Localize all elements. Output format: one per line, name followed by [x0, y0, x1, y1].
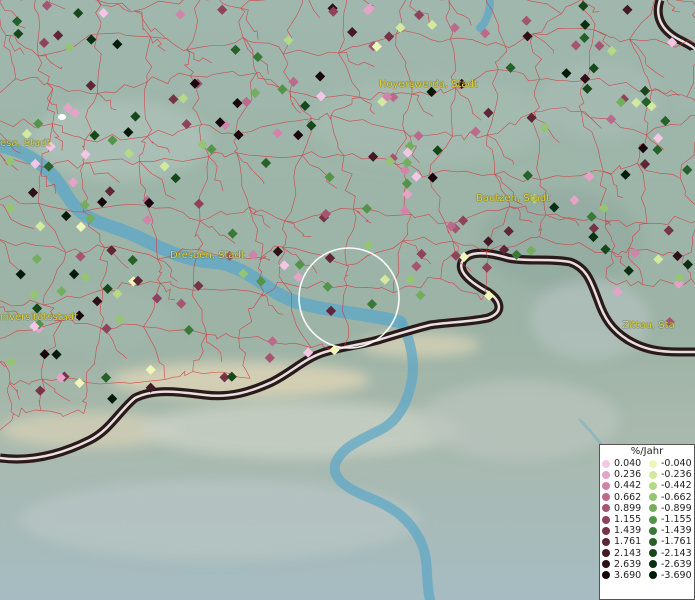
- legend-entry-negative: -0.662: [647, 492, 694, 503]
- legend-entry-negative: -0.442: [647, 480, 694, 491]
- legend-row: 3.690 -3.690: [600, 570, 694, 581]
- legend-swatch: [649, 549, 657, 558]
- legend-value: 1.761: [614, 536, 642, 548]
- legend-value: 0.040: [614, 458, 642, 469]
- legend-value: -0.236: [661, 469, 692, 481]
- legend-entry-negative: -0.236: [647, 469, 694, 480]
- legend-value: -1.761: [661, 536, 692, 548]
- legend-entry-positive: 0.040: [600, 458, 647, 469]
- legend-entry-positive: 1.761: [600, 536, 647, 547]
- map-view[interactable]: Hoyerswerda, Stadt esa, Stadt Bautzen, S…: [0, 0, 695, 600]
- legend-value: 3.690: [614, 569, 642, 581]
- legend-value: 0.236: [614, 469, 642, 481]
- legend-swatch: [649, 537, 657, 546]
- legend-value: 1.439: [614, 525, 642, 537]
- legend-value: -0.899: [661, 502, 692, 514]
- legend-swatch: [602, 526, 610, 535]
- legend-swatch: [649, 571, 657, 580]
- label-bautzen: Bautzen, Stadt: [476, 193, 551, 204]
- legend-swatch: [649, 560, 657, 569]
- legend-value: -0.442: [661, 480, 692, 492]
- legend-value: -1.155: [661, 513, 692, 525]
- legend: %/Jahr 0.040 -0.040 0.236 -0.236 0.442 -0.442…: [599, 444, 695, 600]
- legend-row: 0.899 -0.899: [600, 503, 694, 514]
- legend-entry-negative: -1.155: [647, 514, 694, 525]
- label-riesa: esa, Stadt: [0, 138, 51, 149]
- legend-entry-negative: -0.040: [647, 458, 694, 469]
- legend-swatch: [649, 493, 657, 502]
- legend-row: 0.662 -0.662: [600, 492, 694, 503]
- legend-rows: 0.040 -0.040 0.236 -0.236 0.442 -0.442 0.662 -0…: [600, 458, 694, 581]
- legend-entry-negative: -0.899: [647, 503, 694, 514]
- legend-entry-positive: 0.899: [600, 503, 647, 514]
- legend-entry-negative: -1.439: [647, 525, 694, 536]
- legend-row: 0.040 -0.040: [600, 458, 694, 469]
- legend-row: 1.439 -1.439: [600, 525, 694, 536]
- legend-value: 0.899: [614, 502, 642, 514]
- legend-swatch: [602, 504, 610, 513]
- legend-entry-positive: 1.155: [600, 514, 647, 525]
- legend-swatch: [602, 537, 610, 546]
- legend-entry-negative: -2.143: [647, 548, 694, 559]
- legend-value: -3.690: [661, 569, 692, 581]
- legend-value: -0.662: [661, 491, 692, 503]
- legend-swatch: [649, 504, 657, 513]
- legend-entry-negative: -2.639: [647, 559, 694, 570]
- legend-swatch: [602, 560, 610, 569]
- legend-value: -1.439: [661, 525, 692, 537]
- legend-row: 0.442 -0.442: [600, 480, 694, 491]
- label-zittau: Zittau, Sta: [622, 320, 675, 331]
- legend-row: 1.761 -1.761: [600, 536, 694, 547]
- legend-swatch: [602, 470, 610, 479]
- legend-swatch: [602, 459, 610, 468]
- legend-entry-positive: 0.662: [600, 492, 647, 503]
- legend-value: 2.639: [614, 558, 642, 570]
- legend-entry-positive: 1.439: [600, 525, 647, 536]
- legend-entry-negative: -3.690: [647, 570, 694, 581]
- legend-value: 0.442: [614, 480, 642, 492]
- legend-value: 0.662: [614, 491, 642, 503]
- legend-swatch: [602, 515, 610, 524]
- legend-entry-negative: -1.761: [647, 536, 694, 547]
- map-canvas[interactable]: [0, 0, 695, 600]
- legend-swatch: [649, 470, 657, 479]
- legend-row: 1.155 -1.155: [600, 514, 694, 525]
- legend-swatch: [649, 515, 657, 524]
- legend-value: 1.155: [614, 513, 642, 525]
- legend-row: 2.639 -2.639: [600, 559, 694, 570]
- label-universitaetsstadt: niversitätsstadt: [0, 312, 78, 323]
- legend-swatch: [602, 493, 610, 502]
- legend-entry-positive: 3.690: [600, 570, 647, 581]
- legend-value: -2.143: [661, 547, 692, 559]
- lake: [58, 114, 66, 120]
- legend-title: %/Jahr: [630, 446, 664, 457]
- legend-swatch: [602, 481, 610, 490]
- legend-swatch: [602, 549, 610, 558]
- label-hoyerswerda: Hoyerswerda, Stadt: [379, 79, 478, 90]
- legend-swatch: [649, 526, 657, 535]
- label-dresden: Dresden, Stadt: [170, 250, 245, 261]
- legend-value: -0.040: [661, 458, 692, 469]
- legend-row: 0.236 -0.236: [600, 469, 694, 480]
- legend-swatch: [649, 459, 657, 468]
- legend-swatch: [649, 481, 657, 490]
- legend-entry-positive: 0.442: [600, 480, 647, 491]
- legend-swatch: [602, 571, 610, 580]
- legend-value: -2.639: [661, 558, 692, 570]
- legend-entry-positive: 2.143: [600, 548, 647, 559]
- legend-row: 2.143 -2.143: [600, 548, 694, 559]
- legend-entry-positive: 0.236: [600, 469, 647, 480]
- legend-entry-positive: 2.639: [600, 559, 647, 570]
- legend-value: 2.143: [614, 547, 642, 559]
